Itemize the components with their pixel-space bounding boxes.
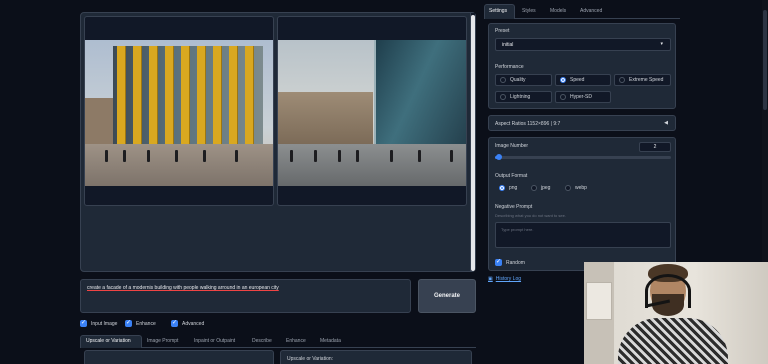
- enhance-checkbox[interactable]: ✓ Enhance: [125, 320, 156, 327]
- aspect-ratio-accordion[interactable]: Aspect Ratios 1152×896 | 9:7 ◀: [488, 115, 676, 131]
- prompt-input[interactable]: create a facade of a modernis building w…: [80, 279, 411, 313]
- slider-knob[interactable]: [496, 154, 502, 160]
- tab-inpaint-or-outpaint[interactable]: Inpaint or Outpaint: [194, 338, 235, 344]
- radio-icon: [500, 94, 506, 100]
- tab-image-prompt[interactable]: Image Prompt: [147, 338, 178, 344]
- advanced-checkbox[interactable]: ✓ Advanced: [171, 320, 204, 327]
- format-webp[interactable]: webp: [561, 183, 597, 195]
- radio-icon: [619, 77, 625, 83]
- image-number-label: Image Number: [495, 143, 529, 149]
- checkmark-icon: ✓: [171, 320, 178, 327]
- tab-describe[interactable]: Describe: [252, 338, 272, 344]
- negative-prompt-input[interactable]: Type prompt here.: [495, 222, 671, 248]
- preset-performance-block: Preset initial ▾ Performance Quality Spe…: [488, 23, 676, 109]
- generated-image-yellow-facade: [85, 40, 273, 186]
- checkmark-icon: ✓: [80, 320, 87, 327]
- bottom-tab-bar: Upscale or Variation Image Prompt Inpain…: [80, 335, 476, 348]
- history-log-link[interactable]: ▣ History Log: [488, 276, 521, 282]
- checkmark-icon: ✓: [495, 259, 502, 266]
- tab-upscale-or-variation[interactable]: Upscale or Variation: [86, 338, 131, 344]
- upscale-image-drop[interactable]: [84, 350, 274, 364]
- prompt-text: create a facade of a modernis building w…: [87, 285, 279, 291]
- upscale-label: Upscale or Variation:: [287, 356, 334, 362]
- aspect-ratio-label: Aspect Ratios 1152×896 | 9:7: [495, 121, 561, 127]
- performance-hyper-sd[interactable]: Hyper-SD: [555, 91, 611, 103]
- checkmark-icon: ✓: [125, 320, 132, 327]
- image-number-slider[interactable]: [495, 154, 671, 160]
- generate-button[interactable]: Generate: [418, 279, 476, 313]
- history-icon: ▣: [488, 276, 493, 282]
- performance-label: Performance: [495, 64, 524, 70]
- performance-lightning[interactable]: Lightning: [495, 91, 552, 103]
- tab-metadata[interactable]: Metadata: [320, 338, 341, 344]
- radio-icon: [565, 185, 571, 191]
- radio-selected-icon: [499, 185, 505, 191]
- performance-quality[interactable]: Quality: [495, 74, 552, 86]
- performance-extreme-speed[interactable]: Extreme Speed: [614, 74, 671, 86]
- chevron-down-icon: ▾: [660, 41, 663, 47]
- settings-panel: Settings Styles Models Advanced Preset i…: [484, 4, 680, 286]
- tab-enhance[interactable]: Enhance: [286, 338, 306, 344]
- format-png[interactable]: png: [495, 183, 525, 195]
- tab-advanced[interactable]: Advanced: [580, 8, 602, 14]
- generated-image-glass-facade: [278, 40, 466, 186]
- preset-label: Preset: [495, 28, 510, 34]
- tab-models[interactable]: Models: [550, 8, 566, 14]
- radio-icon: [531, 185, 537, 191]
- negative-prompt-label: Negative Prompt: [495, 204, 533, 210]
- page-scrollbar[interactable]: [762, 0, 768, 262]
- negative-prompt-hint: Describing what you do not want to see.: [495, 213, 566, 218]
- upscale-options-panel: Upscale or Variation:: [280, 350, 472, 364]
- random-seed-checkbox[interactable]: ✓ Random: [495, 259, 525, 266]
- gallery-image-2[interactable]: [277, 16, 467, 206]
- gallery-image-1[interactable]: [84, 16, 274, 206]
- preset-dropdown[interactable]: initial ▾: [495, 38, 671, 51]
- image-gallery: [80, 12, 476, 272]
- tab-settings[interactable]: Settings: [489, 8, 507, 14]
- output-format-label: Output Format: [495, 173, 528, 179]
- input-image-checkbox[interactable]: ✓ Input Image: [80, 320, 117, 327]
- generation-options-block: Image Number 2 Output Format png jpeg we…: [488, 137, 676, 271]
- radio-icon: [560, 94, 566, 100]
- radio-selected-icon: [560, 77, 566, 83]
- tab-styles[interactable]: Styles: [522, 8, 536, 14]
- settings-tab-bar: Settings Styles Models Advanced: [484, 4, 680, 19]
- performance-speed[interactable]: Speed: [555, 74, 611, 86]
- format-jpeg[interactable]: jpeg: [527, 183, 559, 195]
- radio-icon: [500, 77, 506, 83]
- gallery-scrollbar[interactable]: [470, 13, 475, 271]
- webcam-overlay: [584, 262, 768, 364]
- image-number-input[interactable]: 2: [639, 142, 671, 152]
- collapse-arrow-icon: ◀: [664, 120, 668, 126]
